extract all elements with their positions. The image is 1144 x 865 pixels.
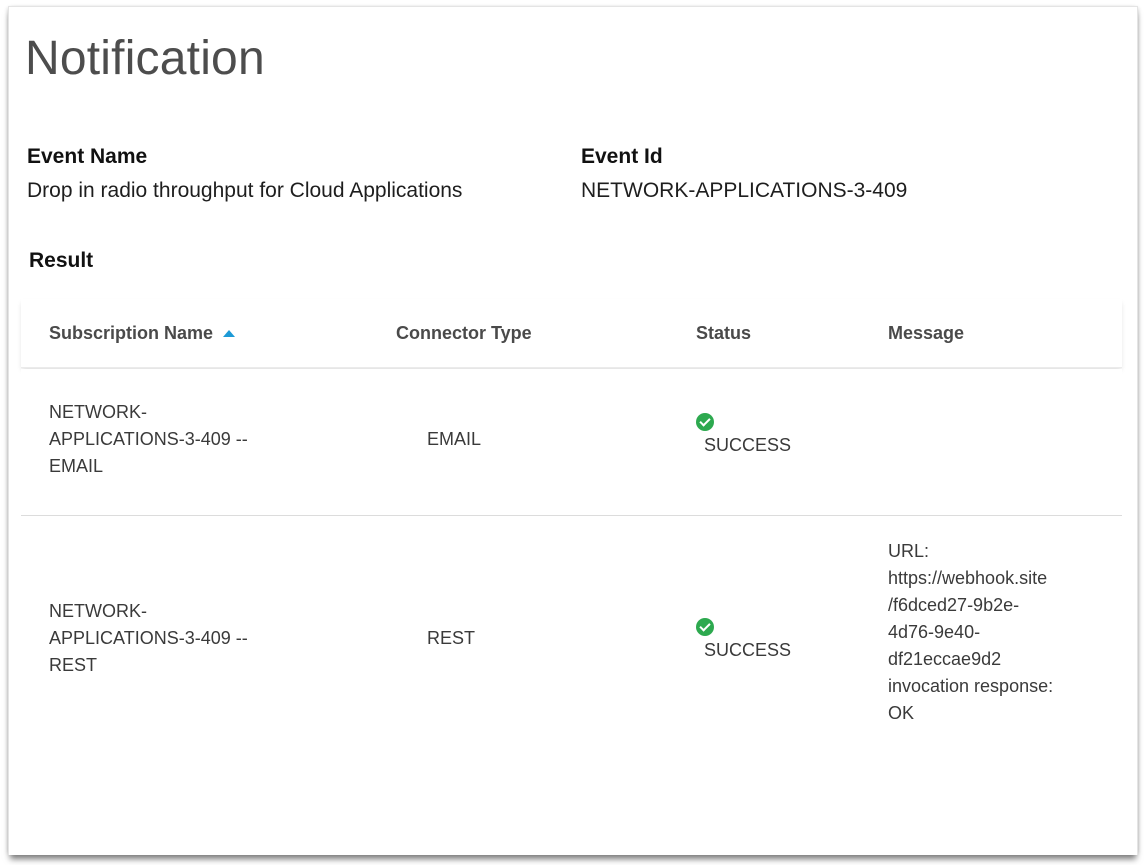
subscription-name-line: NETWORK- <box>49 601 147 621</box>
subscription-name-line: EMAIL <box>49 456 104 476</box>
status-text: SUCCESS <box>704 435 792 455</box>
message-line: OK <box>888 703 915 723</box>
column-header-subscription-name[interactable]: Subscription Name <box>49 323 236 344</box>
message-line: URL: <box>888 541 930 561</box>
event-id-label: Event Id <box>581 145 663 168</box>
column-header-label: Subscription Name <box>49 323 214 343</box>
connector-type-cell: REST <box>427 628 476 648</box>
event-name-label: Event Name <box>27 145 148 168</box>
subscription-name-line: APPLICATIONS-3-409 -- <box>49 429 248 449</box>
connector-type-cell: EMAIL <box>427 429 482 449</box>
subscription-name-cell: NETWORK- APPLICATIONS-3-409 -- REST <box>49 598 248 679</box>
message-link[interactable]: /f6dced27-9b2e- <box>888 592 1108 619</box>
column-header-message[interactable]: Message <box>888 323 964 344</box>
status-cell: SUCCESS <box>696 413 826 456</box>
message-line: invocation response: <box>888 676 1054 696</box>
subscription-name-line: REST <box>49 655 98 675</box>
subscription-name-cell: NETWORK- APPLICATIONS-3-409 -- EMAIL <box>49 399 248 480</box>
subscription-name-line: APPLICATIONS-3-409 -- <box>49 628 248 648</box>
column-header-connector-type[interactable]: Connector Type <box>396 323 532 344</box>
table-row: NETWORK- APPLICATIONS-3-409 -- EMAIL EMA… <box>21 369 1122 516</box>
column-header-label: Connector Type <box>396 323 532 343</box>
status-cell: SUCCESS <box>696 618 826 661</box>
success-check-icon <box>696 413 714 431</box>
message-cell: URL: https://webhook.site /f6dced27-9b2e… <box>888 538 1108 727</box>
message-link[interactable]: https://webhook.site <box>888 565 1108 592</box>
column-header-label: Status <box>696 323 752 343</box>
results-table-header: Subscription Name Connector Type Status … <box>21 299 1122 368</box>
column-header-label: Message <box>888 323 965 343</box>
subscription-name-line: NETWORK- <box>49 402 147 422</box>
table-row: NETWORK- APPLICATIONS-3-409 -- REST REST… <box>21 516 1122 816</box>
sort-ascending-icon[interactable] <box>223 330 236 337</box>
column-header-status[interactable]: Status <box>696 323 751 344</box>
notification-panel: Notification Event Name Drop in radio th… <box>8 6 1138 855</box>
message-link[interactable]: 4d76-9e40- <box>888 619 1108 646</box>
message-link[interactable]: df21eccae9d2 <box>888 646 1108 673</box>
status-text: SUCCESS <box>704 640 792 660</box>
success-check-icon <box>696 618 714 636</box>
event-name-value: Drop in radio throughput for Cloud Appli… <box>27 179 463 202</box>
page-title: Notification <box>25 32 265 85</box>
event-id-value: NETWORK-APPLICATIONS-3-409 <box>581 179 908 202</box>
result-label: Result <box>29 249 94 272</box>
